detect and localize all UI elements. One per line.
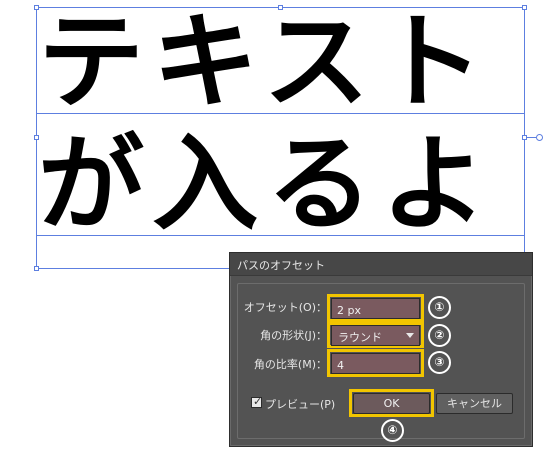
check-icon: ✓ [253,395,263,408]
dialog-title: パスのオフセット [237,259,325,272]
preview-label[interactable]: プレビュー(P) [265,396,335,412]
baseline-guide-2 [36,235,525,236]
resize-handle-top-right[interactable] [522,5,527,10]
joins-select-value: ラウンド [338,331,382,344]
dialog-titlebar[interactable]: パスのオフセット [230,253,532,276]
annotation-4: ④ [381,419,404,442]
resize-handle-top-left[interactable] [34,5,39,10]
cancel-button[interactable]: キャンセル [436,393,513,414]
miter-field[interactable] [331,353,420,375]
resize-handle-bottom-left[interactable] [34,266,39,271]
annotation-1: ① [428,296,451,319]
resize-handle-left[interactable] [34,135,39,140]
offset-input[interactable] [332,301,419,320]
rotate-connector [527,137,536,138]
miter-input[interactable] [332,356,419,375]
joins-label: 角の形状(J)： [260,329,327,342]
selection-bounding-box [36,7,525,269]
dropdown-arrow-icon [406,333,414,338]
rotate-handle[interactable] [536,134,543,141]
offset-field[interactable] [331,298,420,320]
miter-label: 角の比率(M)： [253,358,327,371]
annotation-2: ② [428,324,451,347]
offset-label: オフセット(O)： [243,301,327,314]
annotation-3: ③ [428,351,451,374]
baseline-guide-1 [36,113,525,114]
offset-path-dialog: パスのオフセット オフセット(O)： ① 角の形状(J)： ラウンド ② 角の比… [229,252,533,447]
ok-button[interactable]: OK [353,393,430,414]
preview-checkbox[interactable]: ✓ [251,395,263,408]
resize-handle-top[interactable] [278,5,283,10]
joins-select[interactable]: ラウンド [331,325,420,346]
